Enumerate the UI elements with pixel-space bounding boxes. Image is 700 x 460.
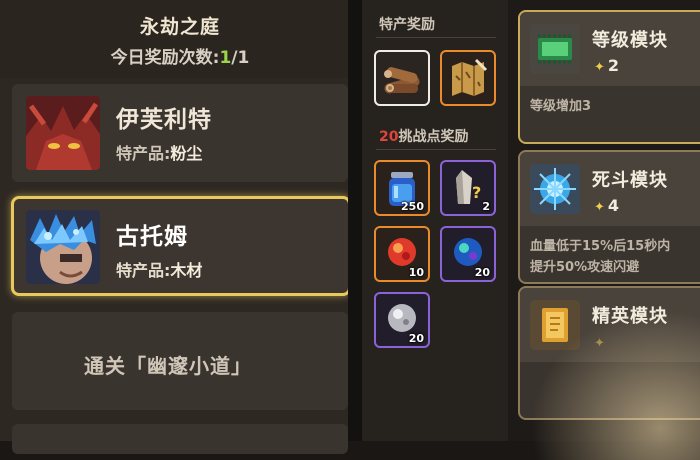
module-header: 死斗模块 ✦ 4 <box>520 152 700 226</box>
modules-panel: 等级模块 ✦ 2 等级增加3 死斗模块 ✦ 4 血量低于15%后15秒内 提升50%攻… <box>508 0 700 441</box>
ifrit-portrait <box>26 96 100 170</box>
reward-slot-mystery-crystal[interactable]: ? 2 <box>440 160 496 216</box>
panel-header: 永劫之庭 今日奖励次数:1/1 <box>0 0 348 78</box>
reward-slot-potion[interactable]: 250 <box>374 160 430 216</box>
module-level-value: 2 <box>607 56 620 75</box>
module-card-deathmatch[interactable]: 死斗模块 ✦ 4 血量低于15%后15秒内 提升50%攻速闪避 <box>518 150 700 284</box>
green-chip-icon <box>530 24 580 74</box>
rewards-panel: 特产奖励 20挑战点奖励 250 ? 2 10 20 20 <box>362 0 508 441</box>
boss-selection-panel: 永劫之庭 今日奖励次数:1/1 伊芙利特 特产品:粉尘 古托姆 特产品:木材 通… <box>0 0 351 454</box>
clear-stage-text: 通关「幽邃小道」 <box>84 354 252 378</box>
item-count: 20 <box>474 266 490 279</box>
section-divider <box>376 149 496 150</box>
svg-text:?: ? <box>472 183 481 202</box>
reward-slot-blue-gem[interactable]: 20 <box>440 226 496 282</box>
boss-name: 古托姆 <box>116 224 188 250</box>
next-card[interactable] <box>12 424 348 454</box>
module-name: 精英模块 <box>592 306 668 327</box>
product-label: 特产品: <box>116 144 171 163</box>
module-header: 等级模块 ✦ 2 <box>520 12 700 86</box>
challenge-point-count: 20 <box>379 129 399 145</box>
map-scroll-icon <box>452 58 488 96</box>
boss-product: 特产品:木材 <box>116 257 202 281</box>
star-icon: ✦ <box>594 200 605 215</box>
reward-slot-wood[interactable] <box>374 50 430 106</box>
challenge-reward-label: 挑战点奖励 <box>398 129 469 145</box>
stage-clear-card[interactable]: 通关「幽邃小道」 <box>12 312 348 410</box>
daily-reward-count: 今日奖励次数:1/1 <box>0 43 360 68</box>
special-reward-title: 特产奖励 <box>379 17 435 33</box>
challenge-reward-title: 20挑战点奖励 <box>379 126 468 146</box>
boss-card-guttom-selected[interactable]: 古托姆 特产品:木材 <box>11 196 351 296</box>
module-name: 等级模块 <box>592 30 668 51</box>
module-description: 血量低于15%后15秒内 提升50%攻速闪避 <box>530 239 671 275</box>
item-count: 2 <box>482 200 490 213</box>
reward-slot-white-gem[interactable]: 20 <box>374 292 430 348</box>
boss-product: 特产品:粉尘 <box>116 140 202 164</box>
boss-card-ifrit[interactable]: 伊芙利特 特产品:粉尘 <box>12 84 348 182</box>
guttom-portrait <box>26 210 100 284</box>
reward-slot-red-gem[interactable]: 10 <box>374 226 430 282</box>
module-description: 等级增加3 <box>530 99 592 114</box>
boss-name: 伊芙利特 <box>116 107 212 133</box>
product-value: 木材 <box>170 261 203 280</box>
item-count: 20 <box>408 332 424 345</box>
module-header: 精英模块 ✦ <box>520 288 700 362</box>
module-level: ✦ 2 <box>594 56 619 75</box>
daily-reward-total: 1 <box>237 48 250 68</box>
module-level: ✦ 4 <box>594 196 619 215</box>
wood-logs-icon <box>384 67 420 94</box>
item-count: 10 <box>408 266 424 279</box>
product-value: 粉尘 <box>170 144 203 163</box>
section-divider <box>376 37 496 38</box>
realm-title: 永劫之庭 <box>139 16 220 38</box>
star-icon: ✦ <box>594 60 605 75</box>
gold-card-icon <box>530 300 580 350</box>
module-level-value: 4 <box>607 196 620 215</box>
module-level: ✦ <box>594 332 608 351</box>
star-icon: ✦ <box>594 336 605 351</box>
daily-reward-label: 今日奖励次数: <box>110 48 220 68</box>
reward-slot-map[interactable] <box>440 50 496 106</box>
module-name: 死斗模块 <box>592 170 668 191</box>
module-card-elite[interactable]: 精英模块 ✦ <box>518 286 700 420</box>
ice-burst-icon <box>530 164 580 214</box>
product-label: 特产品: <box>116 261 171 280</box>
item-count: 250 <box>401 200 424 213</box>
daily-reward-current: 1 <box>219 48 232 68</box>
panel-divider <box>348 0 362 441</box>
module-card-level[interactable]: 等级模块 ✦ 2 等级增加3 <box>518 10 700 144</box>
